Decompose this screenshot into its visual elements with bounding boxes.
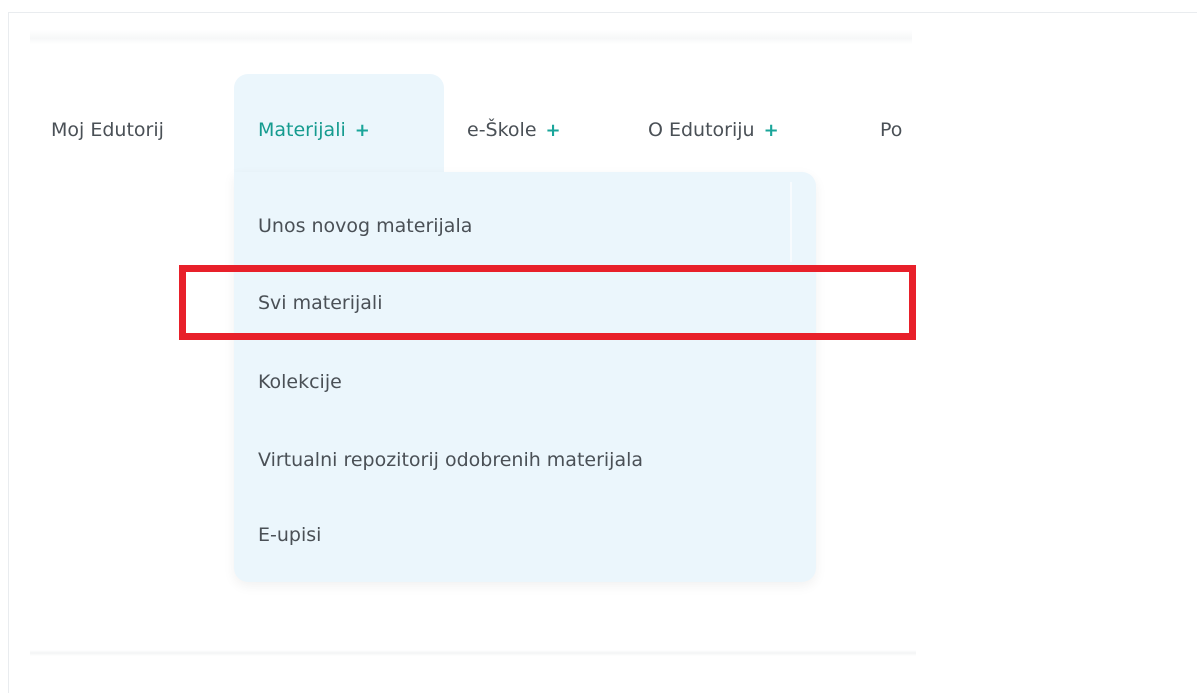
nav-item-label: O Edutoriju [648, 119, 755, 141]
dropdown-item-unos-novog-materijala[interactable]: Unos novog materijala [258, 211, 472, 241]
dropdown-item-svi-materijali[interactable]: Svi materijali [258, 288, 382, 318]
nav-item-materijali[interactable]: Materijali + [258, 116, 370, 144]
dropdown-item-kolekcije[interactable]: Kolekcije [258, 367, 342, 397]
nav-item-label: e-Škole [467, 119, 537, 141]
nav-item-label: Moj Edutorij [51, 119, 164, 141]
nav-item-label: Po [880, 119, 903, 141]
expand-plus-icon[interactable]: + [764, 120, 779, 141]
expand-plus-icon[interactable]: + [355, 120, 370, 141]
nav-item-e-skole[interactable]: e-Škole + [467, 116, 561, 144]
nav-item-o-edutoriju[interactable]: O Edutoriju + [648, 116, 779, 144]
dropdown-scroll-edge [790, 182, 792, 262]
main-navigation: Moj Edutorij Materijali + e-Škole + O Edut… [0, 0, 916, 693]
dropdown-item-virtualni-repozitorij[interactable]: Virtualni repozitorij odobrenih materija… [258, 445, 643, 475]
nav-item-label: Materijali [258, 119, 346, 141]
dropdown-item-e-upisi[interactable]: E-upisi [258, 520, 321, 550]
nav-item-po[interactable]: Po [880, 116, 902, 144]
expand-plus-icon[interactable]: + [546, 120, 561, 141]
nav-item-moj-edutorij[interactable]: Moj Edutorij [51, 116, 164, 144]
